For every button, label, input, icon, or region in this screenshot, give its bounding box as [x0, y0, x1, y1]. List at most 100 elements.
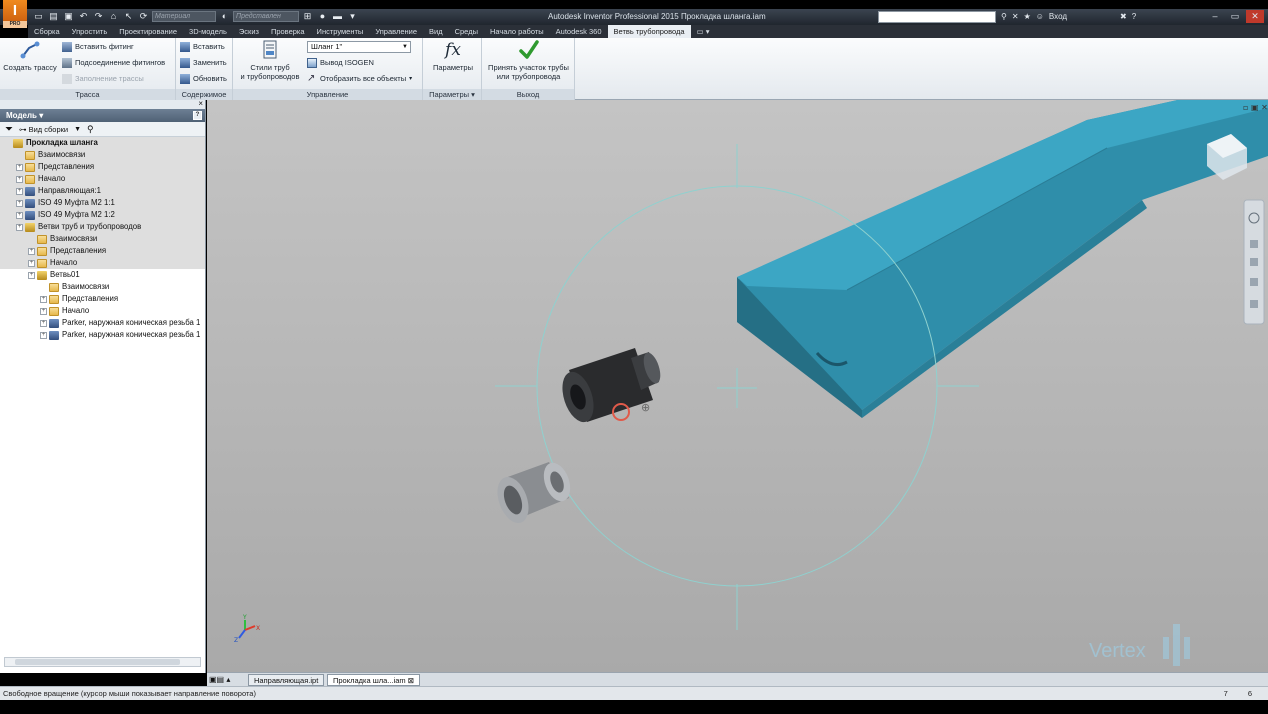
guide-part[interactable]	[737, 100, 1268, 418]
app-logo[interactable]: I PRO	[3, 0, 27, 28]
help-search-input[interactable]	[878, 11, 996, 23]
qat-more-icon[interactable]: ▾	[346, 11, 359, 22]
appearance-icon[interactable]: ◐	[218, 11, 231, 22]
chevron-down-icon[interactable]: ▼	[74, 126, 81, 133]
expand-icon[interactable]: +	[40, 295, 47, 303]
filter-icon[interactable]: ⏷	[5, 124, 13, 135]
tree-item[interactable]: + Ветви труб и трубопроводов	[0, 221, 205, 233]
tree-item[interactable]: Взаимосвязи	[0, 233, 205, 245]
expand-icon[interactable]: +	[16, 211, 23, 219]
ribbon-tab[interactable]: Упростить	[66, 25, 114, 38]
close-icon[interactable]: ×	[198, 99, 203, 108]
update-icon[interactable]: ⟳	[137, 11, 150, 22]
expand-icon[interactable]: +	[40, 319, 47, 327]
dark-fitting[interactable]: ⊕	[557, 348, 664, 426]
select-icon[interactable]: ↖	[122, 11, 135, 22]
tree-item[interactable]: Взаимосвязи	[0, 149, 205, 161]
expand-icon[interactable]: +	[28, 271, 35, 279]
material-select[interactable]: Материал	[152, 11, 216, 22]
representation-select[interactable]: Представлен	[233, 11, 299, 22]
color-icon[interactable]: ●	[316, 11, 329, 22]
ribbon-tab[interactable]: Проектирование	[113, 25, 183, 38]
help-icon[interactable]: ?	[193, 111, 202, 120]
assembly-view-button[interactable]: ⊶ Вид сборки	[19, 125, 68, 134]
ribbon-tab[interactable]: Проверка	[265, 25, 311, 38]
populate-route-button[interactable]: Заполнение трассы	[62, 72, 144, 86]
close-icon[interactable]: ✕	[1246, 10, 1264, 23]
ribbon-tab[interactable]: Ветвь трубопровода	[607, 25, 691, 38]
minimize-icon[interactable]: –	[1206, 10, 1224, 23]
tree-item[interactable]: + Начало	[0, 257, 205, 269]
save-icon[interactable]: ▣	[62, 11, 75, 22]
close-icon[interactable]: ⊠	[408, 676, 414, 685]
style-combo[interactable]: Шланг 1" ▼	[307, 41, 411, 53]
ribbon-tab[interactable]: Управление	[369, 25, 423, 38]
content-update-button[interactable]: Обновить	[180, 72, 227, 86]
expand-icon[interactable]: +	[16, 163, 23, 171]
tube-styles-button[interactable]: Стили труб и трубопроводов	[237, 39, 303, 81]
param-icon[interactable]: ▬	[331, 11, 344, 22]
browser-header[interactable]: Модель ▾ ?	[0, 109, 205, 122]
expand-icon[interactable]: +	[16, 175, 23, 183]
measure-icon[interactable]: ⊞	[301, 11, 314, 22]
ribbon-tab[interactable]: Сборка	[28, 25, 66, 38]
ribbon-tab[interactable]: 3D-модель	[183, 25, 233, 38]
ribbon-tab[interactable]: Autodesk 360	[550, 25, 608, 38]
show-all-objects-button[interactable]: ↗ Отобразить все объекты ▾	[307, 72, 412, 86]
tree-item[interactable]: + Parker, наружная коническая резьба 1	[0, 317, 205, 329]
binoculars-icon[interactable]: ⚲	[87, 124, 94, 135]
scrollbar-thumb[interactable]	[15, 659, 180, 665]
tree-item[interactable]: + Направляющая:1	[0, 185, 205, 197]
browser-scrollbar[interactable]	[4, 657, 201, 667]
ribbon-options-icon[interactable]: ▭ ▾	[691, 25, 716, 38]
tree-item[interactable]: Прокладка шланга	[0, 137, 205, 149]
doc-tab-guide[interactable]: Направляющая.ipt	[248, 674, 325, 686]
tree-item[interactable]: + Parker, наружная коническая резьба 1	[0, 329, 205, 341]
expand-icon[interactable]: +	[16, 223, 23, 231]
content-insert-button[interactable]: Вставить	[180, 40, 225, 54]
connect-fittings-button[interactable]: Подсоединение фитингов	[62, 56, 165, 70]
tree-item[interactable]: + ISO 49 Муфта M2 1:1	[0, 197, 205, 209]
user-icon[interactable]: ☺	[1036, 11, 1044, 23]
accept-run-button[interactable]: Принять участок трубы или трубопровода	[484, 39, 573, 81]
tree-item[interactable]: + ISO 49 Муфта M2 1:2	[0, 209, 205, 221]
binoculars-icon[interactable]: ⚲	[1001, 11, 1007, 23]
new-icon[interactable]: ▭	[32, 11, 45, 22]
insert-fitting-button[interactable]: Вставить фитинг	[62, 40, 134, 54]
parameters-panel-title[interactable]: Параметры ▾	[423, 89, 481, 100]
tree-item[interactable]: + Начало	[0, 173, 205, 185]
home-icon[interactable]: ⌂	[107, 11, 120, 22]
tree-item[interactable]: + Представления	[0, 245, 205, 257]
viewport-canvas[interactable]: ⊕ ▫ ▣ ✕ X Y Z Vertex	[207, 100, 1268, 672]
subscription-icon[interactable]: ✕	[1012, 11, 1019, 23]
navigation-bar[interactable]	[1243, 199, 1265, 325]
grey-fitting[interactable]	[492, 459, 575, 527]
tree-item[interactable]: + Представления	[0, 293, 205, 305]
ribbon-tab[interactable]: Эскиз	[233, 25, 265, 38]
expand-icon[interactable]: +	[28, 259, 35, 267]
expand-icon[interactable]: +	[28, 247, 35, 255]
viewport-controls-icon[interactable]: ▫ ▣ ✕	[1243, 103, 1268, 112]
content-replace-button[interactable]: Заменить	[180, 56, 227, 70]
expand-icon[interactable]: +	[40, 307, 47, 315]
exchange-icon[interactable]: ✖	[1120, 11, 1127, 23]
star-icon[interactable]: ★	[1024, 11, 1031, 23]
ribbon-tab[interactable]: Начало работы	[484, 25, 550, 38]
tile-icon[interactable]: ▣▤ ▴	[209, 675, 230, 684]
create-route-button[interactable]: Создать трассу	[2, 39, 58, 72]
tree-item[interactable]: + Ветвь01	[0, 269, 205, 281]
ribbon-tab[interactable]: Инструменты	[311, 25, 370, 38]
graphics-viewport[interactable]: ⊕ ▫ ▣ ✕ X Y Z Vertex	[207, 100, 1268, 672]
maximize-icon[interactable]: ▭	[1226, 10, 1244, 23]
tree-item[interactable]: + Представления	[0, 161, 205, 173]
sign-in-link[interactable]: Вход	[1049, 11, 1067, 23]
isogen-output-button[interactable]: Вывод ISOGEN	[307, 56, 374, 70]
expand-icon[interactable]: +	[16, 199, 23, 207]
tree-item[interactable]: + Начало	[0, 305, 205, 317]
expand-icon[interactable]: +	[40, 331, 47, 339]
parameters-button[interactable]: fx Параметры	[427, 39, 479, 72]
route-panel-title[interactable]: Трасса	[0, 89, 175, 100]
ribbon-tab[interactable]: Среды	[449, 25, 484, 38]
undo-icon[interactable]: ↶	[77, 11, 90, 22]
ribbon-tab[interactable]: Вид	[423, 25, 449, 38]
